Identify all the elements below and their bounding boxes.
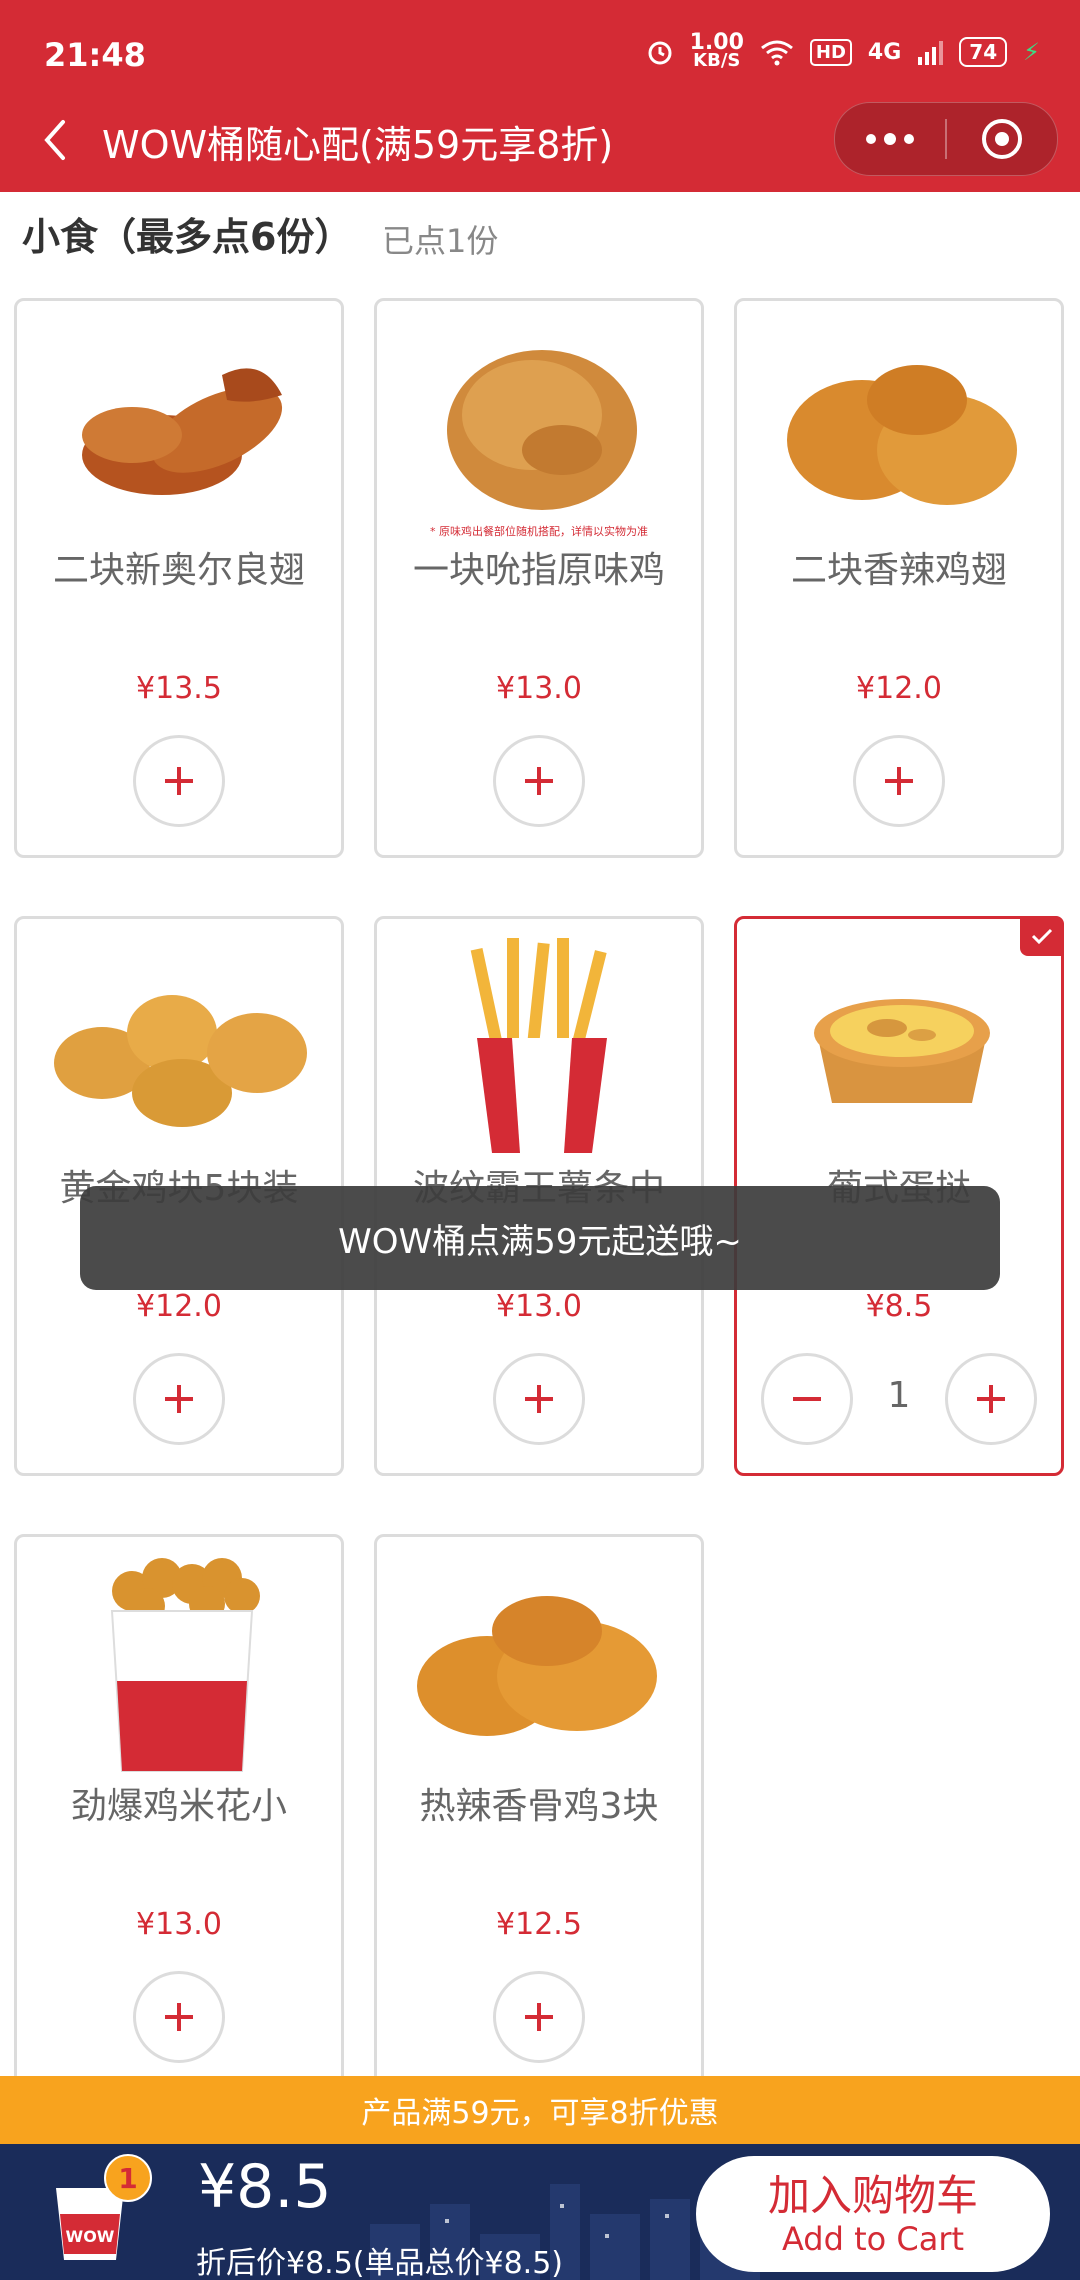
add-to-cart-label: 加入购物车 — [767, 2171, 978, 2220]
fries-image — [470, 938, 607, 1153]
selected-count: 已点1份 — [382, 222, 499, 260]
more-button[interactable] — [835, 103, 945, 175]
product-image — [757, 315, 1047, 545]
target-icon — [982, 119, 1022, 159]
add-button[interactable] — [133, 1353, 225, 1445]
toast-message: WOW桶点满59元起送哦~ — [80, 1186, 1000, 1290]
alarm-icon — [648, 41, 672, 65]
status-time: 21:48 — [44, 36, 146, 74]
fried-chicken-image — [447, 350, 637, 510]
egg-tart-image — [814, 999, 990, 1103]
bucket-label: WOW — [66, 2227, 115, 2246]
page-title: WOW桶随心配(满59元享8折) — [102, 123, 614, 167]
back-button[interactable] — [30, 112, 80, 168]
product-name: 热辣香骨鸡3块 — [419, 1786, 659, 1827]
add-to-cart-label-en: Add to Cart — [781, 2220, 965, 2258]
chicken-wings-image — [82, 368, 283, 495]
hot-chicken-image — [417, 1596, 657, 1736]
plus-icon — [165, 2003, 193, 2031]
product-card[interactable]: 二块香辣鸡翅 ¥12.0 — [734, 298, 1064, 858]
product-card[interactable]: 热辣香骨鸡3块 ¥12.5 — [374, 1534, 704, 2094]
product-image — [37, 1551, 327, 1781]
charging-icon: ⚡ — [1023, 38, 1040, 66]
product-price: ¥13.0 — [136, 1907, 222, 1942]
wifi-icon — [760, 40, 793, 66]
product-price: ¥13.5 — [136, 671, 222, 706]
plus-icon — [525, 2003, 553, 2031]
signal-icon — [918, 41, 944, 65]
product-price: ¥12.0 — [136, 1289, 222, 1324]
battery-level: 74 — [959, 37, 1008, 67]
add-button[interactable] — [133, 1971, 225, 2063]
status-icons: 1.00 KB/S HD 4G 74 ⚡ — [646, 30, 1040, 71]
product-name: 二块香辣鸡翅 — [790, 550, 1007, 591]
plus-icon — [525, 1385, 553, 1413]
plus-icon — [165, 767, 193, 795]
cart-total: ¥8.5 — [198, 2152, 332, 2222]
popcorn-chicken-image — [110, 1558, 260, 1772]
nuggets-image — [54, 995, 307, 1127]
product-image — [397, 1551, 687, 1781]
cart-bar: WOW 1 ¥8.5 折后价¥8.5(单品总价¥8.5) 加入购物车 Add t… — [0, 2144, 1080, 2280]
add-button[interactable] — [493, 735, 585, 827]
cart-count-badge: 1 — [104, 2154, 152, 2202]
add-to-cart-button[interactable]: 加入购物车 Add to Cart — [696, 2156, 1050, 2272]
add-button[interactable] — [493, 1353, 585, 1445]
chevron-left-icon — [44, 120, 65, 160]
nav-bar: WOW桶随心配(满59元享8折) — [0, 90, 1080, 192]
add-button[interactable] — [853, 735, 945, 827]
product-image — [397, 315, 687, 545]
product-image — [37, 315, 327, 545]
product-price: ¥13.0 — [496, 671, 582, 706]
plus-icon — [525, 767, 553, 795]
product-note: * 原味鸡出餐部位随机搭配，详情以实物为准 — [430, 525, 648, 538]
hd-icon: HD — [809, 38, 852, 66]
cart-price-detail: 折后价¥8.5(单品总价¥8.5) — [196, 2246, 564, 2280]
section-title: 小食（最多点6份） — [22, 215, 353, 259]
product-name: 二块新奥尔良翅 — [52, 550, 305, 591]
promo-banner: 产品满59元，可享8折优惠 — [0, 2076, 1080, 2144]
add-button[interactable] — [493, 1971, 585, 2063]
product-price: ¥12.5 — [496, 1907, 582, 1942]
product-image — [397, 933, 687, 1163]
product-card[interactable]: 二块新奥尔良翅 ¥13.5 — [14, 298, 344, 858]
network-speed: 1.00 KB/S — [689, 30, 744, 71]
spicy-wings-image — [787, 365, 1017, 505]
network-type: 4G — [867, 39, 902, 65]
increase-button[interactable] — [945, 1353, 1037, 1445]
product-image — [757, 933, 1047, 1163]
product-price: ¥8.5 — [865, 1289, 933, 1324]
product-image — [37, 933, 327, 1163]
plus-icon — [165, 1385, 193, 1413]
product-price: ¥13.0 — [496, 1289, 582, 1324]
product-price: ¥12.0 — [856, 671, 942, 706]
product-card[interactable]: 劲爆鸡米花小 ¥13.0 — [14, 1534, 344, 2094]
close-miniprogram-button[interactable] — [947, 103, 1057, 175]
product-name: 一块吮指原味鸡 — [412, 550, 665, 591]
product-name: 劲爆鸡米花小 — [70, 1786, 287, 1827]
plus-icon — [885, 767, 913, 795]
plus-icon — [977, 1385, 1005, 1413]
add-button[interactable] — [133, 735, 225, 827]
more-dots-icon — [866, 133, 914, 145]
product-card[interactable]: * 原味鸡出餐部位随机搭配，详情以实物为准 一块吮指原味鸡 ¥13.0 — [374, 298, 704, 858]
miniprogram-capsule — [834, 102, 1058, 176]
